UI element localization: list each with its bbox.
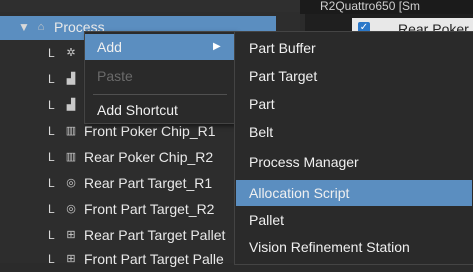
target-icon: ◎	[66, 203, 76, 215]
expand-arrow-icon[interactable]: ▼	[18, 14, 32, 40]
tree-item-label: Front Part Target_R2	[84, 201, 215, 217]
submenu-item-process-manager[interactable]: Process Manager	[249, 148, 359, 176]
menu-item-add-shortcut[interactable]: Add Shortcut	[97, 98, 178, 122]
right-panel-header: R2Quattro650 [Sm	[320, 0, 421, 13]
pallet-icon: ⊞	[66, 253, 76, 265]
connector-icon: L	[48, 98, 55, 112]
connector-icon: L	[48, 228, 55, 242]
connector-icon: L	[48, 46, 55, 60]
context-menu: Add ▶ Paste Add Shortcut	[84, 31, 236, 124]
submenu-item-allocation-script[interactable]: Allocation Script	[249, 179, 349, 207]
pallet-icon: ⊞	[66, 229, 76, 241]
tree-item-label: Rear Poker Chip_R2	[84, 149, 214, 165]
tree-item-label: Front Part Target Palle	[84, 251, 224, 267]
part-icon: ▥	[65, 125, 77, 137]
submenu-item-part-buffer[interactable]: Part Buffer	[249, 34, 316, 62]
robot-icon: ▟	[66, 73, 76, 85]
menu-item-paste[interactable]: Paste	[97, 64, 133, 88]
submenu-item-vision-refinement-station[interactable]: Vision Refinement Station	[249, 233, 410, 261]
add-submenu: Part Buffer Part Target Part Belt Proces…	[234, 31, 473, 265]
connector-icon: L	[48, 124, 55, 138]
gear-icon: ✲	[66, 47, 76, 59]
connector-icon: L	[48, 176, 55, 190]
submenu-item-part[interactable]: Part	[249, 90, 275, 118]
connector-icon: L	[48, 252, 55, 266]
tree-item-label: Rear Part Target_R1	[84, 175, 213, 191]
connector-icon: L	[48, 72, 55, 86]
menu-item-add[interactable]: Add	[97, 35, 122, 59]
menu-separator	[93, 94, 227, 95]
folder-icon: ⌂	[37, 21, 45, 33]
submenu-item-part-target[interactable]: Part Target	[249, 62, 317, 90]
robot-icon: ▟	[66, 99, 76, 111]
tree-item-label: Rear Part Target Pallet	[84, 227, 226, 243]
submenu-item-pallet[interactable]: Pallet	[249, 206, 284, 234]
submenu-arrow-icon: ▶	[213, 41, 221, 52]
connector-icon: L	[48, 150, 55, 164]
target-icon: ◎	[66, 177, 76, 189]
submenu-item-belt[interactable]: Belt	[249, 118, 273, 146]
part-icon: ▥	[65, 151, 77, 163]
connector-icon: L	[48, 202, 55, 216]
